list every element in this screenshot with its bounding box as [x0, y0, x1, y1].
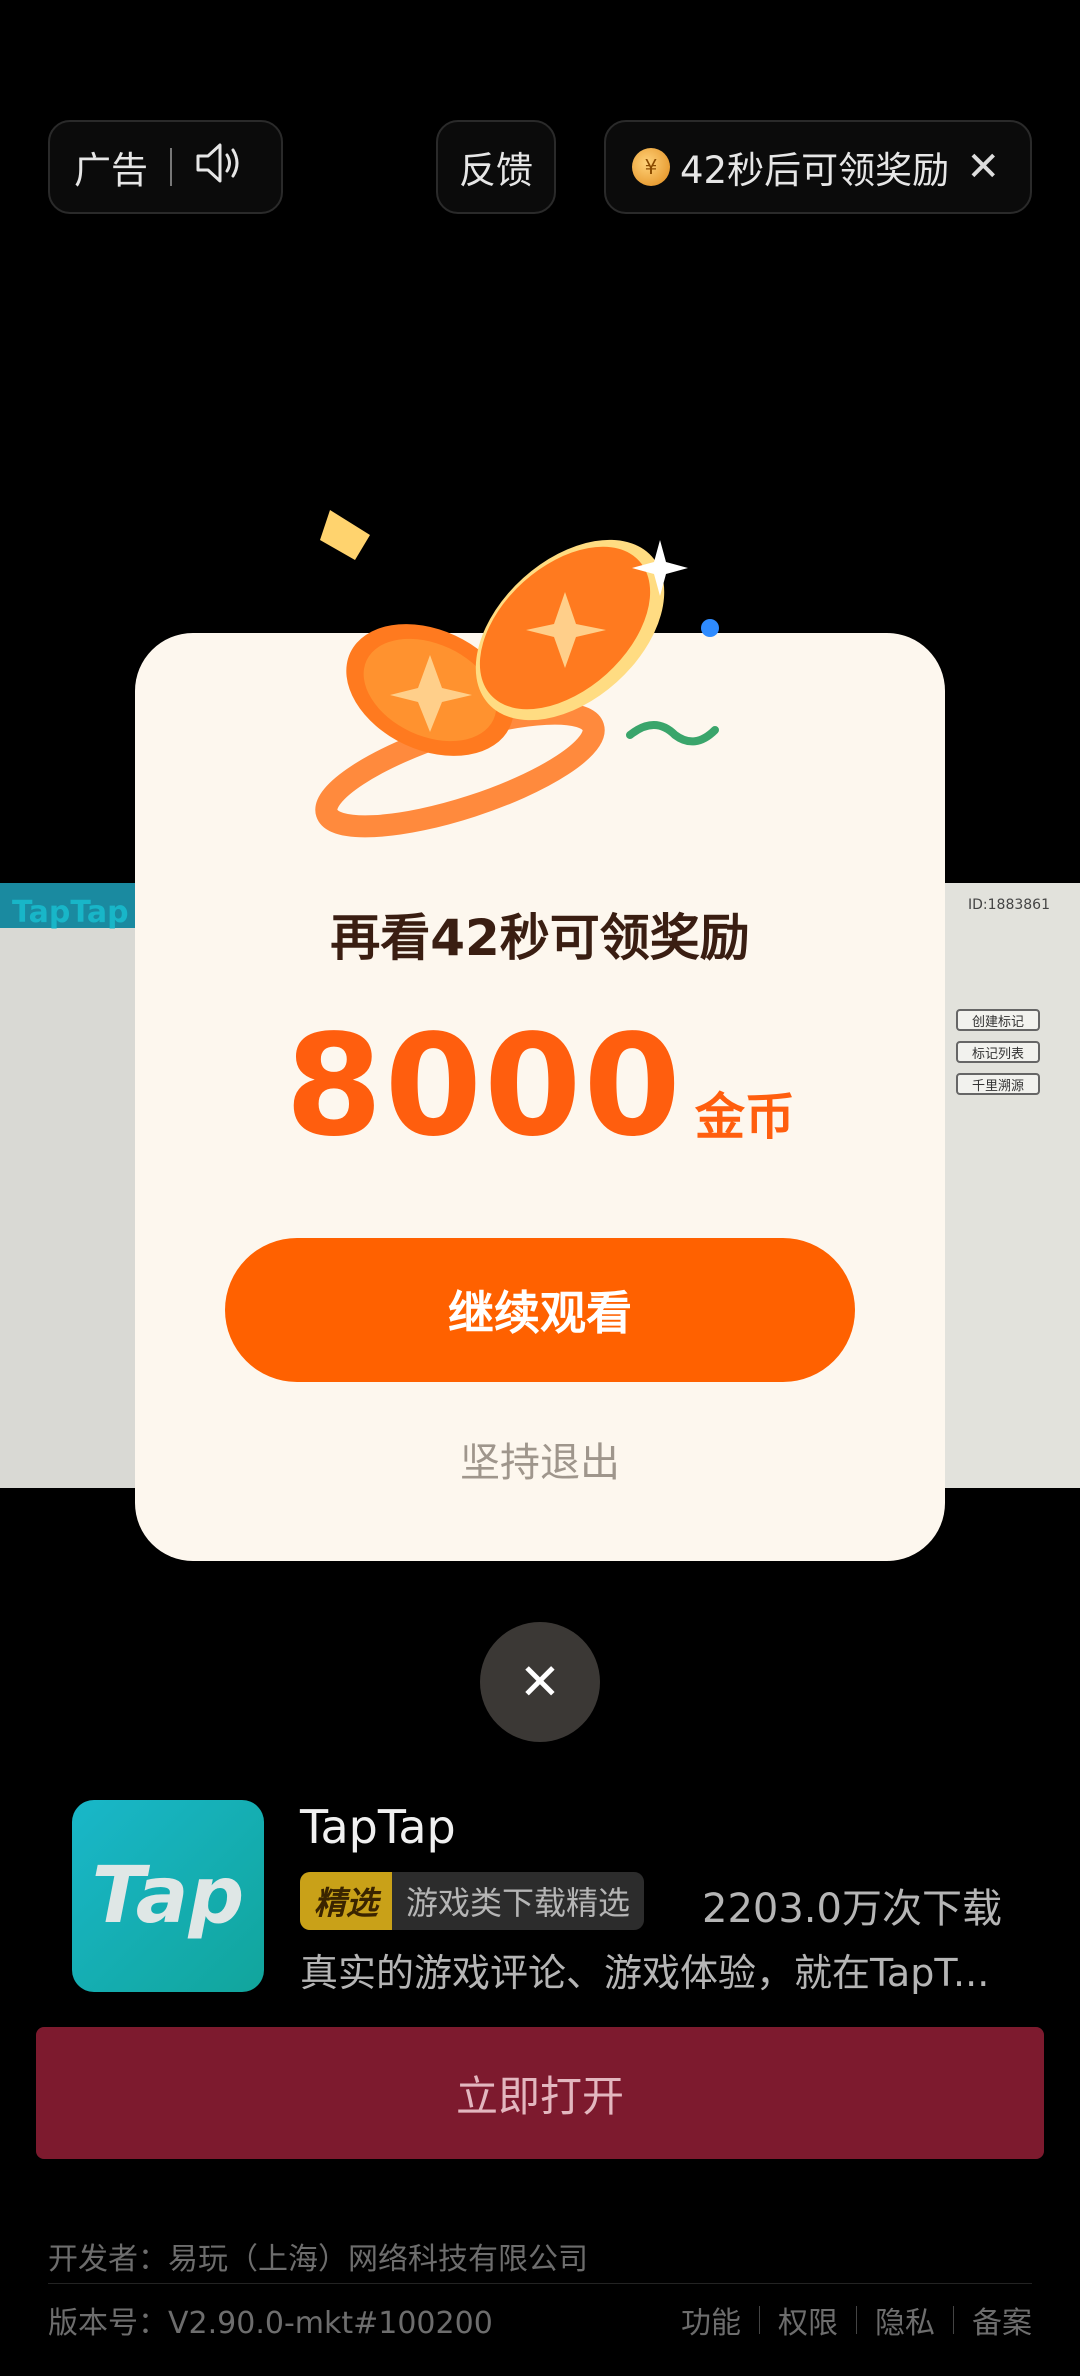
video-id-text: ID:1883861 [968, 897, 1050, 913]
video-left-map: TapTap [0, 883, 140, 1488]
reward-countdown-text: 42秒后可领奖励 [680, 149, 950, 192]
video-tag: 千里溯源 [956, 1073, 1040, 1095]
app-icon[interactable]: Tap [72, 1800, 264, 1992]
exit-button[interactable]: 坚持退出 [135, 1430, 945, 1488]
ad-label: 广告 [74, 149, 148, 192]
footer-separator [856, 2306, 857, 2334]
ad-label-pill: 广告 [48, 120, 283, 214]
continue-watching-label: 继续观看 [448, 1286, 632, 1340]
category-badge: 精选 游戏类下载精选 [300, 1872, 645, 1930]
feedback-label: 反馈 [459, 149, 533, 192]
footer-divider [48, 2283, 1032, 2284]
reward-unit: 金币 [694, 1088, 795, 1146]
divider [170, 148, 172, 186]
open-app-label: 立即打开 [455, 2071, 624, 2121]
app-name: TapTap [300, 1800, 456, 1854]
badge-tag: 精选 [300, 1872, 393, 1930]
open-app-button[interactable]: 立即打开 [36, 2027, 1044, 2159]
close-modal-button[interactable]: ✕ [480, 1622, 600, 1742]
app-description: 真实的游戏评论、游戏体验，就在TapT... [300, 1951, 990, 1995]
app-icon-text: Tap [91, 1851, 245, 1941]
modal-title: 再看42秒可领奖励 [330, 909, 750, 967]
badge-text: 游戏类下载精选 [406, 1884, 631, 1922]
footer-link-filing[interactable]: 备案 [972, 2298, 1032, 2342]
reward-amount-row: 8000 金币 [135, 1005, 945, 1168]
reward-countdown-pill: ¥ 42秒后可领奖励 ✕ [604, 120, 1032, 214]
version-info: 版本号：V2.90.0-mkt#100200 [48, 2306, 493, 2341]
footer-separator [953, 2306, 954, 2334]
footer-link-privacy[interactable]: 隐私 [875, 2298, 935, 2342]
video-tag: 标记列表 [956, 1041, 1040, 1063]
developer-info: 开发者：易玩（上海）网络科技有限公司 [48, 2242, 588, 2277]
speaker-icon[interactable] [194, 140, 246, 195]
close-icon: ✕ [519, 1653, 561, 1711]
footer-link-features[interactable]: 功能 [681, 2298, 741, 2342]
taptap-logo: TapTap [12, 895, 129, 930]
coin-icon: ¥ [632, 148, 670, 186]
download-count: 2203.0万次下载 [702, 1886, 1002, 1932]
gold-coins-illustration [315, 510, 719, 838]
video-tag: 创建标记 [956, 1009, 1040, 1031]
feedback-button[interactable]: 反馈 [436, 120, 556, 214]
continue-watching-button[interactable]: 继续观看 [225, 1238, 855, 1382]
footer-links: 功能 权限 隐私 备案 [681, 2298, 1032, 2342]
footer-separator [759, 2306, 760, 2334]
close-icon[interactable]: ✕ [966, 144, 1000, 190]
video-right-map: ID:1883861 创建标记 标记列表 千里溯源 [940, 883, 1080, 1488]
footer-link-permissions[interactable]: 权限 [778, 2298, 838, 2342]
reward-amount: 8000 [285, 1005, 683, 1168]
